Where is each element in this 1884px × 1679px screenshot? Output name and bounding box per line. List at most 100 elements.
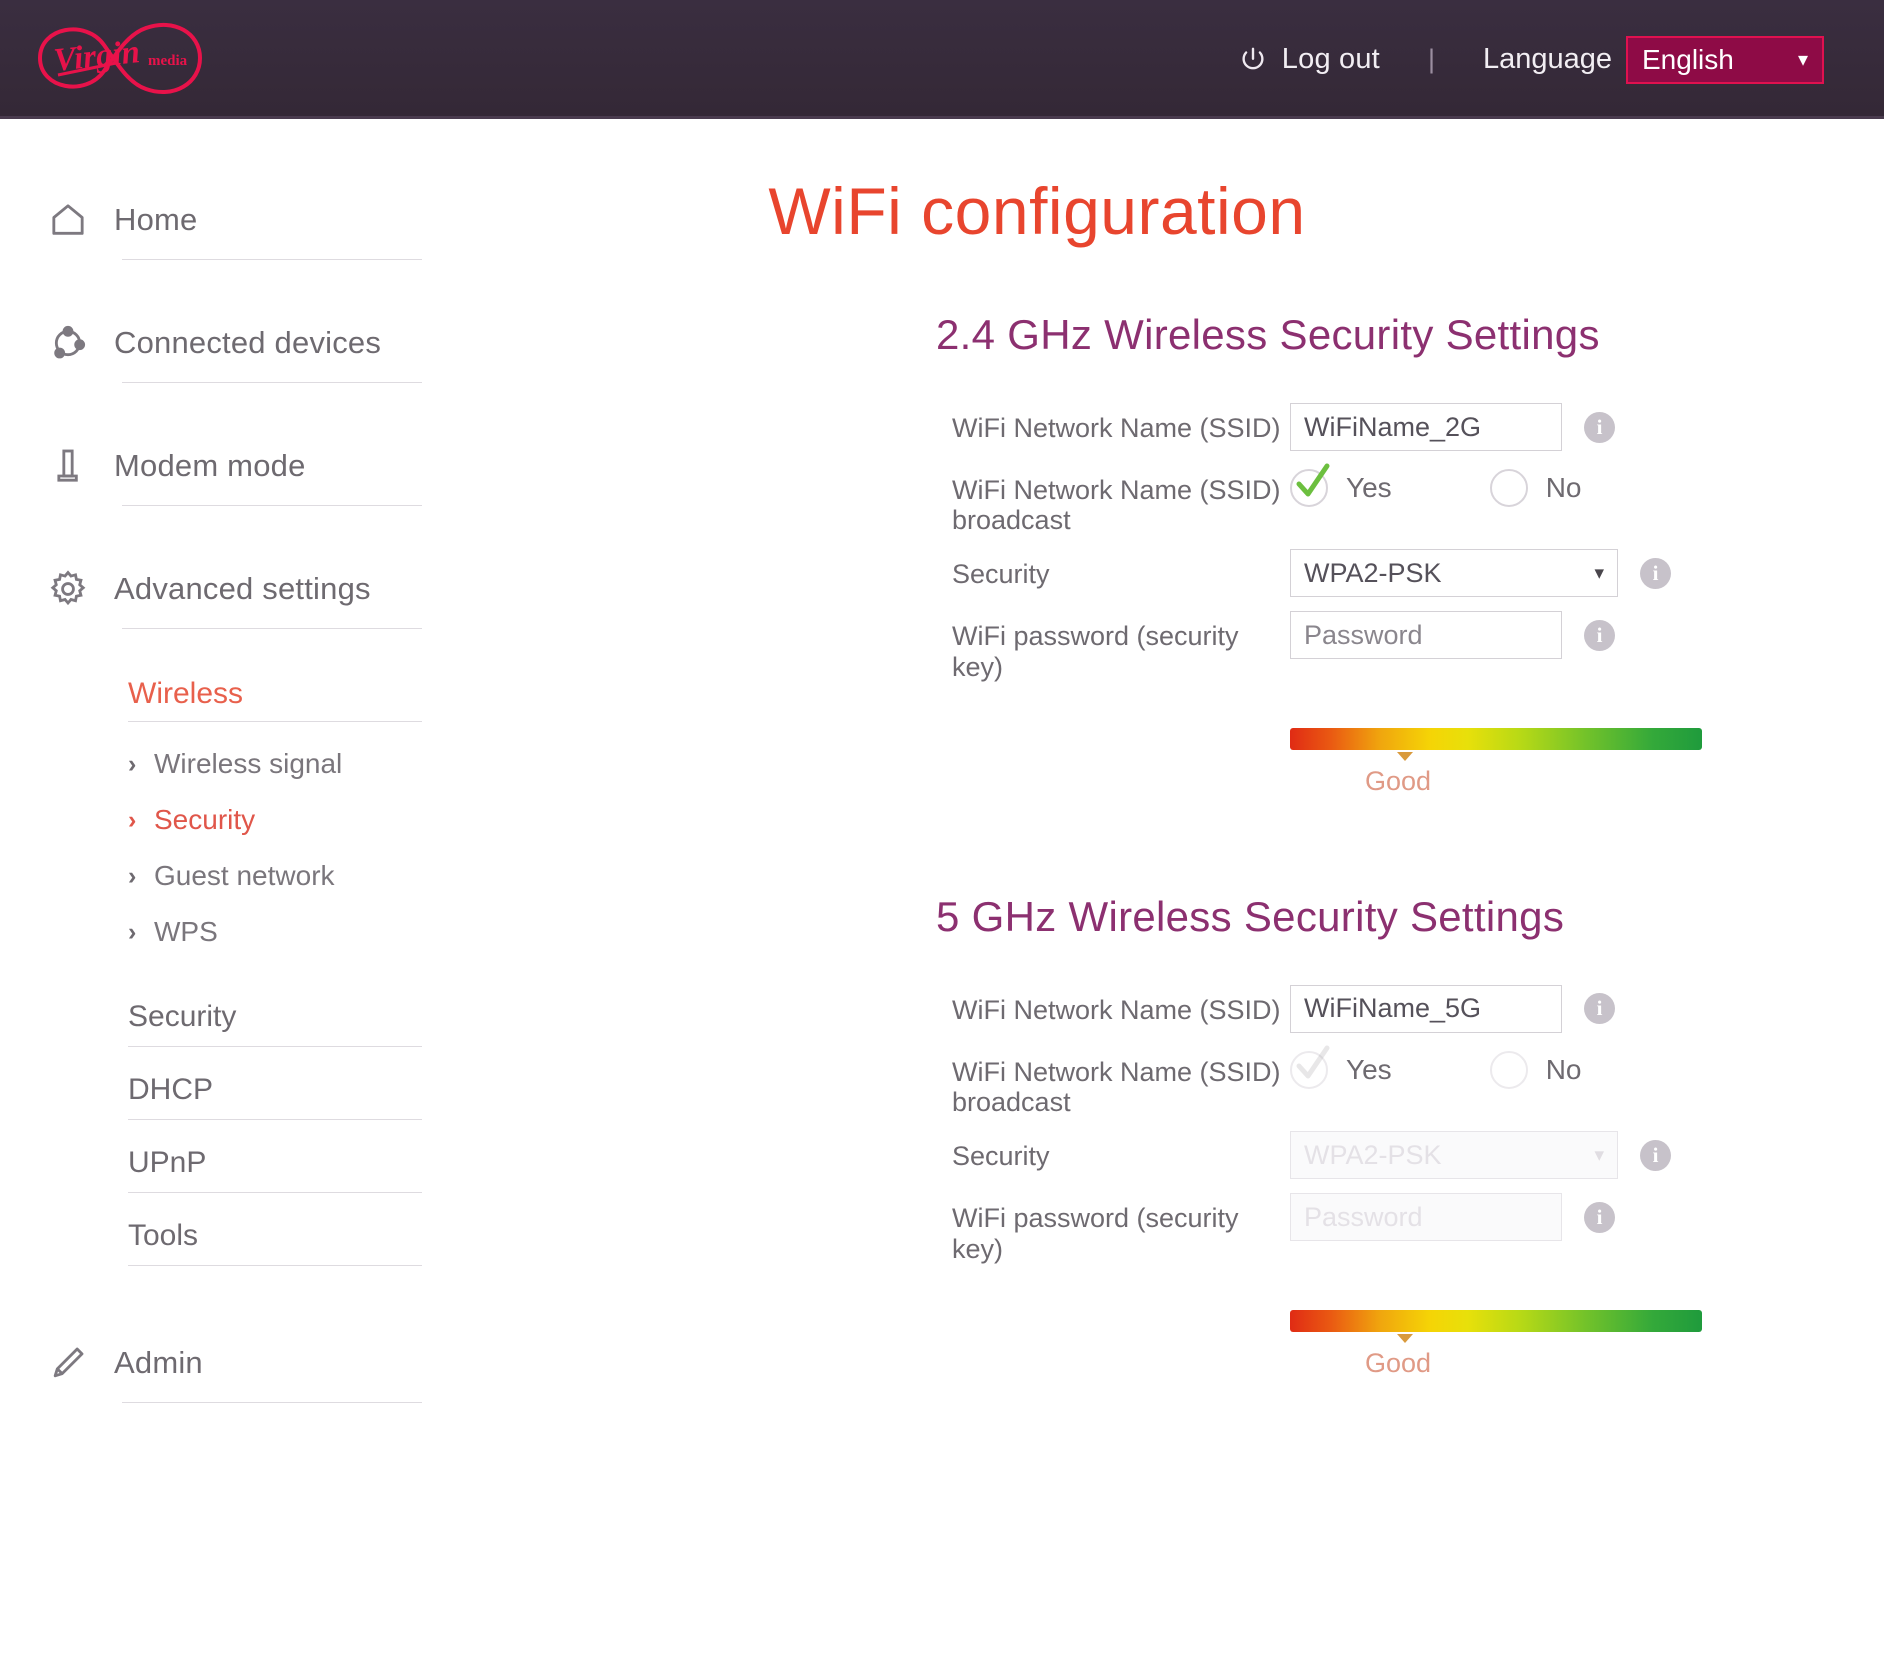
sidebar-item-connected-devices[interactable]: Connected devices [0, 304, 500, 382]
strength-pointer-icon [1397, 751, 1413, 761]
header-divider: | [1427, 44, 1435, 74]
chevron-right-icon: › [128, 749, 137, 778]
sidebar-item-wireless-signal[interactable]: › Wireless signal [128, 736, 422, 792]
radio-label-no-5: No [1545, 1053, 1582, 1085]
row-ssid-5: WiFi Network Name (SSID) i [952, 984, 1884, 1033]
sidebar-item-dhcp[interactable]: DHCP [128, 1047, 422, 1119]
radio-broadcast-no-24[interactable] [1489, 469, 1528, 507]
virgin-media-logo[interactable]: Virgin media [28, 10, 218, 106]
sidebar-subitem-label: WPS [154, 916, 218, 947]
language-selected-value: English [1642, 43, 1734, 75]
row-ssid-broadcast-24: WiFi Network Name (SSID) broadcast Yes N… [952, 463, 1884, 535]
home-icon [46, 198, 90, 242]
sidebar-item-label: Connected devices [114, 325, 382, 360]
strength-gradient-bar [1290, 1309, 1702, 1332]
password-strength-meter-24: Good [952, 727, 1884, 797]
check-icon [1296, 1045, 1330, 1079]
password-label: WiFi password (security key) [952, 621, 1239, 682]
sidebar-item-label: Advanced settings [114, 571, 371, 606]
sidebar-subnav-wireless: Wireless › Wireless signal › Security › … [0, 677, 500, 1266]
top-header-bar: Virgin media Log out | Language English … [0, 0, 1884, 119]
modem-icon [46, 444, 90, 488]
info-icon[interactable]: i [1584, 993, 1615, 1025]
language-select[interactable]: English ▾ [1626, 35, 1824, 84]
chevron-down-icon: ▾ [1797, 48, 1808, 71]
row-security-24: Security WPA2-PSK ▾ i [952, 549, 1884, 598]
section-title-5ghz: 5 GHz Wireless Security Settings [936, 892, 1565, 940]
sidebar-item-security[interactable]: › Security [128, 792, 422, 848]
security-selected-value: WPA2-PSK [1304, 1139, 1442, 1170]
security-label: Security [952, 1141, 1050, 1172]
sidebar-item-security-group[interactable]: Security [128, 974, 422, 1046]
info-icon[interactable]: i [1640, 1139, 1671, 1171]
sidebar-nav: Home Connected devices Modem mode Advanc… [0, 119, 500, 1679]
page-title: WiFi configuration [768, 174, 1306, 248]
password-label: WiFi password (security key) [952, 1203, 1239, 1264]
logout-button[interactable]: Log out [1282, 43, 1380, 76]
subnav-header-wireless[interactable]: Wireless [128, 677, 422, 721]
security-label: Security [952, 559, 1050, 590]
info-icon[interactable]: i [1584, 619, 1615, 651]
password-input-24[interactable] [1290, 611, 1562, 660]
section-title-24ghz: 2.4 GHz Wireless Security Settings [936, 311, 1600, 358]
ssid-input-5[interactable] [1290, 984, 1562, 1033]
row-ssid-24: WiFi Network Name (SSID) i [952, 403, 1884, 451]
security-select-5[interactable]: WPA2-PSK ▾ [1290, 1131, 1618, 1180]
sidebar-subitem-label: Security [154, 804, 256, 835]
strength-pointer-icon [1397, 1333, 1413, 1343]
strength-gradient-bar [1290, 727, 1702, 750]
chevron-right-icon: › [128, 861, 137, 890]
sidebar-item-label: Admin [114, 1345, 203, 1380]
strength-label: Good [1365, 1347, 1432, 1378]
sidebar-item-wps[interactable]: › WPS [128, 904, 422, 960]
sidebar-divider [122, 1402, 422, 1403]
connected-devices-icon [46, 321, 90, 365]
chevron-right-icon: › [128, 805, 137, 834]
sidebar-item-tools[interactable]: Tools [128, 1193, 422, 1265]
strength-marker [1290, 750, 1702, 764]
header-controls: Log out | Language English ▾ [1238, 0, 1824, 119]
sidebar-item-modem-mode[interactable]: Modem mode [0, 427, 500, 505]
strength-marker [1290, 1332, 1702, 1346]
security-select-24[interactable]: WPA2-PSK ▾ [1290, 549, 1618, 598]
info-icon[interactable]: i [1584, 411, 1615, 443]
chevron-down-icon: ▾ [1594, 562, 1604, 584]
pencil-icon [46, 1341, 90, 1385]
form-24ghz: WiFi Network Name (SSID) i WiFi Network … [952, 403, 1884, 682]
radio-broadcast-no-5[interactable] [1489, 1050, 1528, 1089]
form-5ghz: WiFi Network Name (SSID) i WiFi Network … [952, 984, 1884, 1264]
radio-circle [1489, 1050, 1528, 1089]
radio-broadcast-yes-5[interactable] [1290, 1045, 1330, 1089]
radio-label-no-24: No [1545, 472, 1582, 503]
password-input-5[interactable] [1290, 1193, 1562, 1242]
sidebar-divider [122, 628, 422, 629]
radio-circle [1489, 469, 1528, 507]
row-password-24: WiFi password (security key) i [952, 611, 1884, 682]
sidebar-item-advanced-settings[interactable]: Advanced settings [0, 550, 500, 628]
sidebar-item-guest-network[interactable]: › Guest network [128, 848, 422, 904]
info-icon[interactable]: i [1584, 1201, 1615, 1233]
ssid-input-24[interactable] [1290, 403, 1562, 451]
sidebar-item-label: Home [114, 202, 198, 237]
sidebar-item-admin[interactable]: Admin [0, 1324, 500, 1402]
radio-label-yes-24: Yes [1346, 472, 1392, 503]
main-content: WiFi configuration 2.4 GHz Wireless Secu… [500, 119, 1884, 1679]
ssid-broadcast-label: WiFi Network Name (SSID) broadcast [952, 1056, 1281, 1118]
check-icon [1296, 463, 1330, 497]
sidebar-subitem-label: Guest network [154, 860, 335, 891]
radio-broadcast-yes-24[interactable] [1290, 463, 1330, 507]
ssid-label: WiFi Network Name (SSID) [952, 994, 1281, 1025]
power-icon [1238, 45, 1268, 75]
svg-text:media: media [148, 53, 188, 69]
ssid-label: WiFi Network Name (SSID) [952, 413, 1281, 443]
gear-icon [46, 567, 90, 611]
sidebar-item-upnp[interactable]: UPnP [128, 1120, 422, 1192]
sidebar-item-home[interactable]: Home [0, 181, 500, 259]
subnav-list: › Wireless signal › Security › Guest net… [128, 722, 422, 974]
sidebar-subitem-label: Wireless signal [154, 748, 343, 779]
info-icon[interactable]: i [1640, 557, 1671, 589]
language-label: Language [1482, 43, 1612, 75]
